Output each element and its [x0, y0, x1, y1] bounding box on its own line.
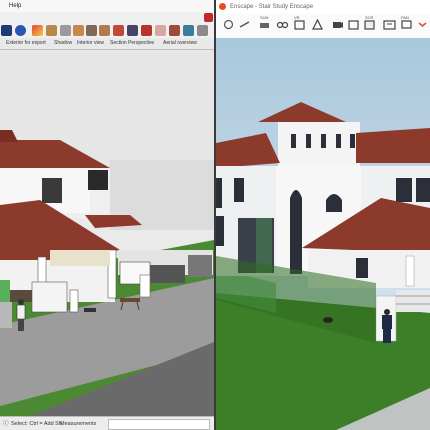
settings-icon[interactable]: [400, 18, 413, 31]
shapes-icon[interactable]: [46, 25, 57, 36]
status-bar: ⓘ Select: Ctrl = Add Sh Measurements: [0, 416, 214, 430]
view-icon[interactable]: [311, 18, 324, 31]
screenshot-icon[interactable]: [347, 18, 360, 31]
vr-glasses-icon[interactable]: [276, 18, 289, 31]
tape-icon[interactable]: [127, 25, 138, 36]
eraser-icon[interactable]: [197, 25, 208, 36]
warehouse-icon[interactable]: [204, 13, 213, 22]
enscape-logo-icon: [219, 3, 226, 10]
tab-section[interactable]: Section Perspective: [110, 38, 154, 49]
style-icon[interactable]: [183, 25, 194, 36]
menu-item-help[interactable]: Help: [9, 0, 21, 12]
enscape-toolbar: SUN VR SCR PAN: [216, 14, 430, 39]
title-bar: Enscape - Stair Study Enscape: [216, 0, 430, 14]
enscape-window: Enscape - Stair Study Enscape SUN VR SCR…: [216, 0, 430, 430]
paint-icon[interactable]: [32, 25, 43, 36]
info-icon[interactable]: [15, 25, 26, 36]
sync-icon[interactable]: [222, 18, 235, 31]
pushpull-icon[interactable]: [73, 25, 84, 36]
scene-tabs: Exterior for export Shadow Interior view…: [0, 38, 214, 50]
time-icon[interactable]: [258, 18, 271, 31]
tab-interior[interactable]: Interior view: [77, 38, 104, 49]
help-icon[interactable]: [416, 18, 429, 31]
component-icon[interactable]: [155, 25, 166, 36]
move-icon[interactable]: [86, 25, 97, 36]
material-icon[interactable]: [169, 25, 180, 36]
text-icon[interactable]: [141, 25, 152, 36]
enscape-render-view[interactable]: [216, 38, 430, 430]
batch-icon[interactable]: [363, 18, 376, 31]
link-icon[interactable]: [238, 18, 251, 31]
sketchup-window: Help Exterior for export Shadow Interior…: [0, 0, 214, 430]
measurements-label: Measurements: [60, 421, 97, 427]
select-icon[interactable]: [1, 25, 12, 36]
rect-icon[interactable]: [60, 25, 71, 36]
video-icon[interactable]: [331, 18, 344, 31]
window-title: Enscape - Stair Study Enscape: [230, 4, 314, 10]
menu-bar: Help: [0, 0, 214, 12]
info-status-icon[interactable]: ⓘ: [3, 417, 9, 430]
scale-icon[interactable]: [113, 25, 124, 36]
measurements-input[interactable]: [108, 419, 210, 430]
main-toolbar: [0, 12, 214, 39]
sketchup-viewport[interactable]: [0, 50, 214, 416]
panorama-icon[interactable]: [383, 18, 396, 31]
rotate-icon[interactable]: [99, 25, 110, 36]
camera-icon[interactable]: [293, 18, 306, 31]
status-hint: Select: Ctrl = Add Sh: [11, 421, 62, 427]
tab-aerial[interactable]: Aerial overview: [163, 38, 197, 49]
tab-shadow[interactable]: Shadow: [54, 38, 72, 49]
tab-exterior[interactable]: Exterior for export: [6, 38, 46, 49]
